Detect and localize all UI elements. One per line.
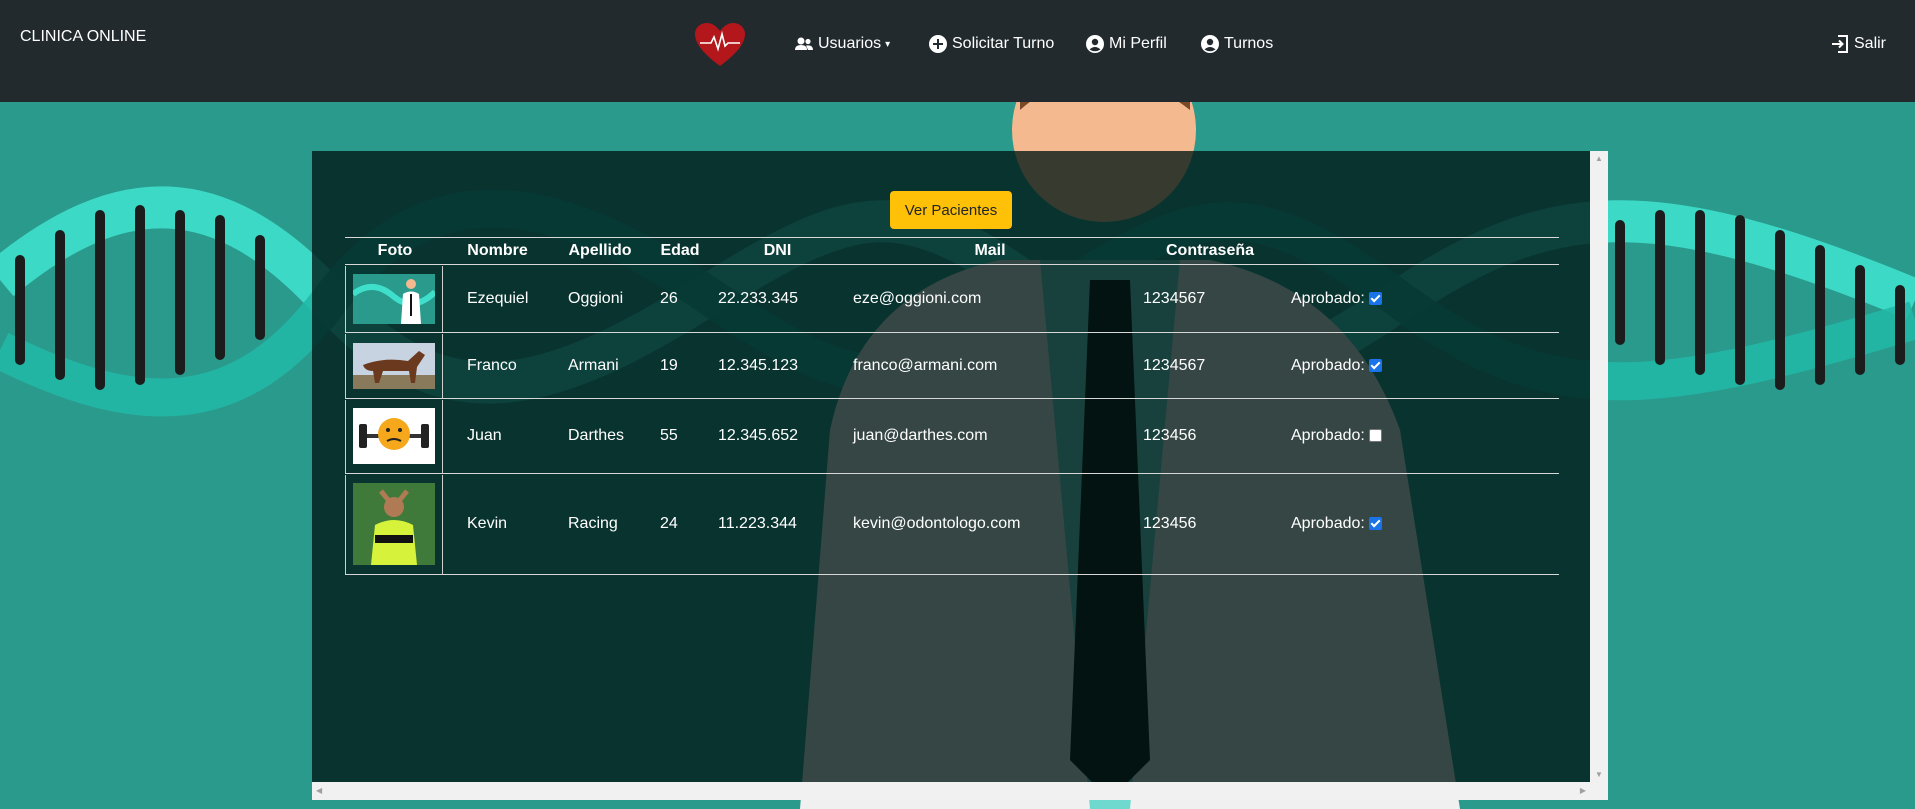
cell-edad: 19 — [650, 332, 710, 399]
cell-nombre: Franco — [445, 332, 550, 399]
table-header-row: Foto Nombre Apellido Edad DNI Mail Contr… — [345, 237, 1559, 265]
col-header-foto: Foto — [345, 237, 445, 265]
aprobado-label: Aprobado: — [1291, 289, 1365, 307]
cell-contrasena: 1234567 — [1135, 264, 1285, 333]
referee-photo — [353, 483, 435, 565]
cell-edad: 24 — [650, 473, 710, 575]
vertical-scrollbar[interactable]: ▲ ▼ — [1590, 151, 1608, 782]
users-icon — [795, 37, 813, 50]
cell-nombre: Ezequiel — [445, 264, 550, 333]
aprobado-checkbox[interactable] — [1368, 429, 1382, 443]
nav-mi-perfil-label: Mi Perfil — [1109, 35, 1167, 52]
cell-dni: 11.223.344 — [710, 473, 845, 575]
photo-frame — [345, 474, 443, 574]
col-header-edad: Edad — [650, 237, 710, 265]
scroll-down-icon[interactable]: ▼ — [1595, 770, 1603, 779]
cell-apellido: Darthes — [550, 398, 650, 474]
panel-content: Ver Pacientes Foto Nombre Apellido Edad … — [312, 151, 1590, 782]
cell-mail: kevin@odontologo.com — [845, 473, 1135, 575]
photo-cell — [345, 332, 445, 399]
cell-edad: 55 — [650, 398, 710, 474]
cell-aprobado: Aprobado: — [1285, 264, 1559, 333]
col-header-aprobado — [1285, 237, 1559, 265]
cell-apellido: Racing — [550, 473, 650, 575]
nav-usuarios-label: Usuarios — [818, 35, 882, 52]
cell-aprobado: Aprobado: — [1285, 473, 1559, 575]
aprobado-checkbox[interactable] — [1368, 358, 1382, 372]
scroll-right-icon[interactable]: ▶ — [1580, 786, 1586, 795]
photo-cell — [345, 264, 445, 333]
photo-cell — [345, 473, 445, 575]
doctor-photo — [353, 273, 435, 324]
nav-mi-perfil[interactable]: Mi Perfil — [1085, 34, 1167, 54]
photo-cell — [345, 398, 445, 474]
photo-frame — [345, 399, 443, 473]
cell-dni: 12.345.652 — [710, 398, 845, 474]
table-row[interactable]: Franco Armani 19 12.345.123 franco@arman… — [345, 332, 1559, 399]
users-table: Foto Nombre Apellido Edad DNI Mail Contr… — [345, 237, 1559, 575]
col-header-nombre: Nombre — [445, 237, 550, 265]
cell-apellido: Oggioni — [550, 264, 650, 333]
aprobado-checkbox[interactable] — [1368, 517, 1382, 531]
col-header-mail: Mail — [845, 237, 1135, 265]
user-circle-icon — [1201, 35, 1219, 53]
cell-mail: juan@darthes.com — [845, 398, 1135, 474]
cell-nombre: Kevin — [445, 473, 550, 575]
table-row[interactable]: Ezequiel Oggioni 26 22.233.345 eze@oggio… — [345, 264, 1559, 333]
aprobado-label: Aprobado: — [1291, 356, 1365, 374]
cell-mail: franco@armani.com — [845, 332, 1135, 399]
navbar: CLINICA ONLINE Usuarios ▾ Solicitar Turn… — [0, 0, 1915, 102]
nav-solicitar-turno-label: Solicitar Turno — [952, 35, 1055, 52]
plus-circle-icon — [929, 35, 947, 53]
horse-photo — [353, 342, 435, 389]
patients-panel: Ver Pacientes Foto Nombre Apellido Edad … — [312, 151, 1608, 800]
photo-frame — [345, 265, 443, 332]
scroll-up-icon[interactable]: ▲ — [1595, 154, 1603, 163]
cell-dni: 22.233.345 — [710, 264, 845, 333]
cell-contrasena: 1234567 — [1135, 332, 1285, 399]
cell-contrasena: 123456 — [1135, 398, 1285, 474]
cell-mail: eze@oggioni.com — [845, 264, 1135, 333]
cell-aprobado: Aprobado: — [1285, 332, 1559, 399]
scroll-left-icon[interactable]: ◀ — [316, 786, 322, 795]
sign-out-icon — [1832, 35, 1848, 53]
nav-turnos[interactable]: Turnos — [1200, 34, 1273, 54]
table-row[interactable]: Kevin Racing 24 11.223.344 kevin@odontol… — [345, 473, 1559, 575]
cell-aprobado: Aprobado: — [1285, 398, 1559, 474]
col-header-contrasena: Contraseña — [1135, 237, 1285, 265]
nav-turnos-label: Turnos — [1224, 35, 1274, 52]
user-circle-icon — [1086, 35, 1104, 53]
col-header-apellido: Apellido — [550, 237, 650, 265]
aprobado-label: Aprobado: — [1291, 427, 1365, 444]
cell-contrasena: 123456 — [1135, 473, 1285, 575]
col-header-dni: DNI — [710, 237, 845, 265]
cell-apellido: Armani — [550, 332, 650, 399]
cell-nombre: Juan — [445, 398, 550, 474]
cell-edad: 26 — [650, 264, 710, 333]
nav-solicitar-turno[interactable]: Solicitar Turno — [928, 34, 1054, 54]
emoji-weights-photo — [353, 408, 435, 464]
table-row[interactable]: Juan Darthes 55 12.345.652 juan@darthes.… — [345, 398, 1559, 474]
chevron-down-icon: ▾ — [885, 38, 891, 50]
logout-button[interactable]: Salir — [1830, 34, 1886, 54]
logout-label: Salir — [1854, 35, 1887, 52]
aprobado-checkbox[interactable] — [1368, 291, 1382, 305]
aprobado-label: Aprobado: — [1291, 515, 1365, 532]
horizontal-scrollbar[interactable]: ◀ ▶ — [312, 782, 1608, 800]
cell-dni: 12.345.123 — [710, 332, 845, 399]
heart-logo-icon[interactable] — [694, 22, 746, 68]
brand-title[interactable]: CLINICA ONLINE — [20, 28, 146, 46]
ver-pacientes-button[interactable]: Ver Pacientes — [890, 191, 1012, 229]
photo-frame — [345, 333, 443, 398]
nav-usuarios-dropdown[interactable]: Usuarios ▾ — [794, 34, 890, 54]
